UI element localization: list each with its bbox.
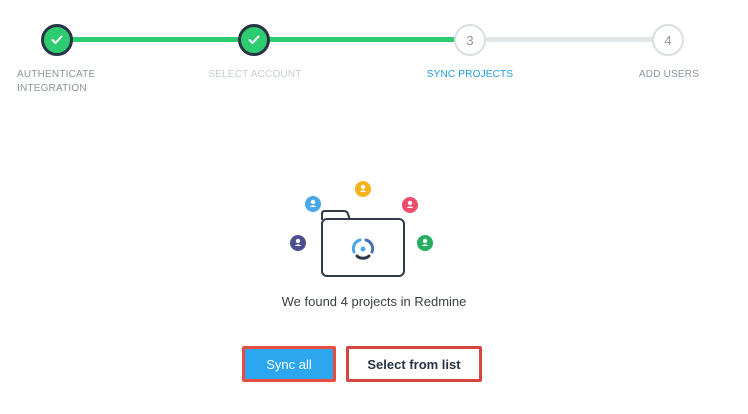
step-1-indicator xyxy=(41,24,73,56)
step-2-indicator xyxy=(238,24,270,56)
progress-track-pending xyxy=(470,37,669,42)
user-avatar-icon xyxy=(290,235,306,251)
step-3-indicator: 3 xyxy=(454,24,486,56)
projects-found-message: We found 4 projects in Redmine xyxy=(281,294,467,309)
step-4-label: Add users xyxy=(638,69,700,80)
folder-with-users-icon xyxy=(290,181,433,277)
sync-all-button[interactable]: Sync all xyxy=(242,346,336,382)
check-icon xyxy=(248,35,260,44)
step-2-label: Select account xyxy=(208,69,302,80)
step-3-number: 3 xyxy=(466,32,474,48)
step-1-label: Authenticate integration xyxy=(17,69,96,94)
user-avatar-icon xyxy=(355,181,371,197)
sync-projects-page: 3 4 Authenticate integration Select acco… xyxy=(0,0,748,414)
user-avatar-icon xyxy=(417,235,433,251)
check-icon xyxy=(51,35,63,44)
step-4-number: 4 xyxy=(664,32,672,48)
user-avatar-icon xyxy=(402,197,418,213)
step-3-label: Sync projects xyxy=(426,69,514,80)
user-avatar-icon xyxy=(305,196,321,212)
folder-icon xyxy=(321,210,405,277)
step-4-indicator: 4 xyxy=(652,24,684,56)
select-from-list-button[interactable]: Select from list xyxy=(346,346,482,382)
